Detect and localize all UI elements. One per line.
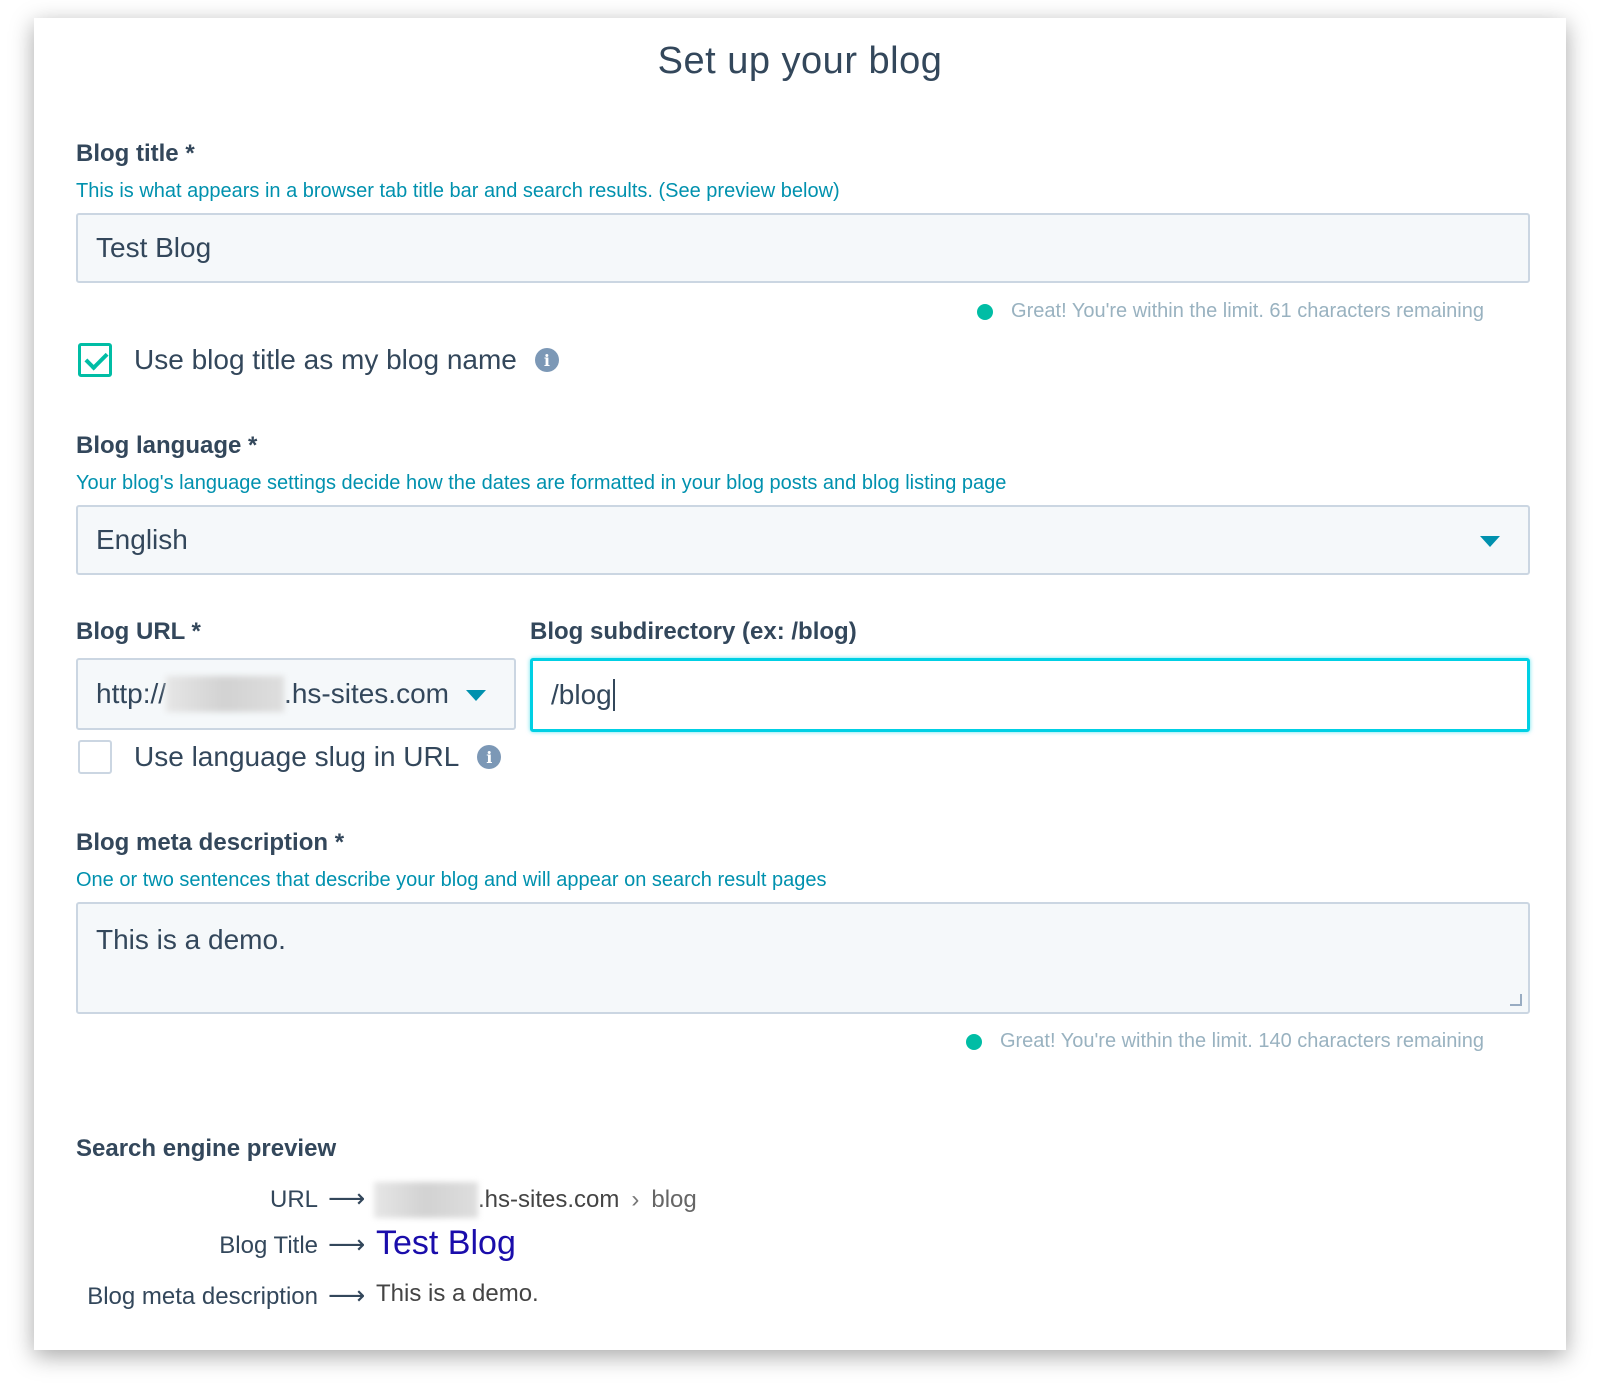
preview-title-label: Blog Title [219, 1232, 318, 1259]
blog-title-value: Test Blog [96, 232, 212, 263]
preview-title-value: Test Blog [376, 1224, 516, 1262]
blog-subdirectory-value: /blog [551, 679, 612, 710]
status-dot-icon [977, 303, 994, 320]
blog-meta-description-status: Great! You're within the limit. 140 char… [965, 1030, 1484, 1053]
blog-subdirectory-input[interactable]: /blog [530, 658, 1530, 732]
preview-description-label: Blog meta description [87, 1283, 318, 1310]
blog-title-status-text: Great! You're within the limit. 61 chara… [1011, 300, 1484, 322]
blog-title-help: This is what appears in a browser tab ti… [76, 180, 840, 202]
preview-description-value: This is a demo. [376, 1280, 539, 1307]
use-language-slug-row: Use language slug in URL i [78, 740, 502, 774]
redacted-subdomain [374, 1182, 478, 1218]
redacted-subdomain [166, 676, 285, 712]
blog-language-value: English [96, 524, 188, 555]
chevron-down-icon [466, 690, 486, 701]
blog-meta-description-status-text: Great! You're within the limit. 140 char… [999, 1030, 1484, 1052]
chevron-down-icon [1480, 536, 1500, 547]
blog-meta-description-label: Blog meta description * [76, 829, 345, 856]
use-title-as-name-checkbox[interactable] [78, 343, 112, 377]
blog-meta-description-help: One or two sentences that describe your … [76, 869, 827, 891]
blog-meta-description-value: This is a demo. [96, 924, 286, 955]
blog-url-select[interactable]: http:// .hs-sites.com [76, 658, 516, 730]
arrow-right-icon: ⟶ [328, 1183, 366, 1213]
resize-handle-icon[interactable] [1510, 994, 1522, 1006]
preview-url-path: blog [651, 1186, 697, 1213]
arrow-right-icon: ⟶ [328, 1229, 366, 1259]
blog-url-domain: .hs-sites.com [284, 678, 449, 709]
blog-title-label: Blog title * [76, 140, 195, 167]
text-caret [612, 679, 615, 711]
blog-meta-description-textarea[interactable]: This is a demo. [76, 902, 1530, 1014]
search-preview-heading: Search engine preview [76, 1135, 337, 1162]
blog-title-status: Great! You're within the limit. 61 chara… [977, 300, 1484, 323]
use-title-as-name-row: Use blog title as my blog name i [78, 343, 559, 377]
status-dot-icon [965, 1033, 982, 1050]
info-icon[interactable]: i [477, 745, 502, 769]
use-language-slug-checkbox[interactable] [78, 740, 112, 774]
preview-url-label: URL [269, 1186, 318, 1213]
use-title-as-name-label[interactable]: Use blog title as my blog name [134, 344, 517, 376]
preview-url-domain: .hs-sites.com [478, 1186, 620, 1213]
info-icon[interactable]: i [534, 348, 559, 372]
blog-url-prefix: http:// [96, 678, 167, 709]
arrow-right-icon: ⟶ [328, 1280, 366, 1310]
blog-url-label: Blog URL * [76, 618, 201, 645]
breadcrumb-separator-icon: › [631, 1186, 640, 1213]
setup-blog-card: Set up your blog Blog title * This is wh… [34, 18, 1566, 1350]
use-language-slug-label[interactable]: Use language slug in URL [134, 741, 459, 773]
page-title: Set up your blog [657, 40, 943, 82]
blog-title-input[interactable]: Test Blog [76, 213, 1530, 283]
blog-language-help: Your blog's language settings decide how… [76, 472, 1007, 494]
blog-language-select[interactable]: English [76, 505, 1530, 575]
blog-language-label: Blog language * [76, 432, 258, 459]
blog-subdirectory-label: Blog subdirectory (ex: /blog) [530, 618, 857, 645]
preview-url: .hs-sites.com › blog [374, 1178, 697, 1222]
